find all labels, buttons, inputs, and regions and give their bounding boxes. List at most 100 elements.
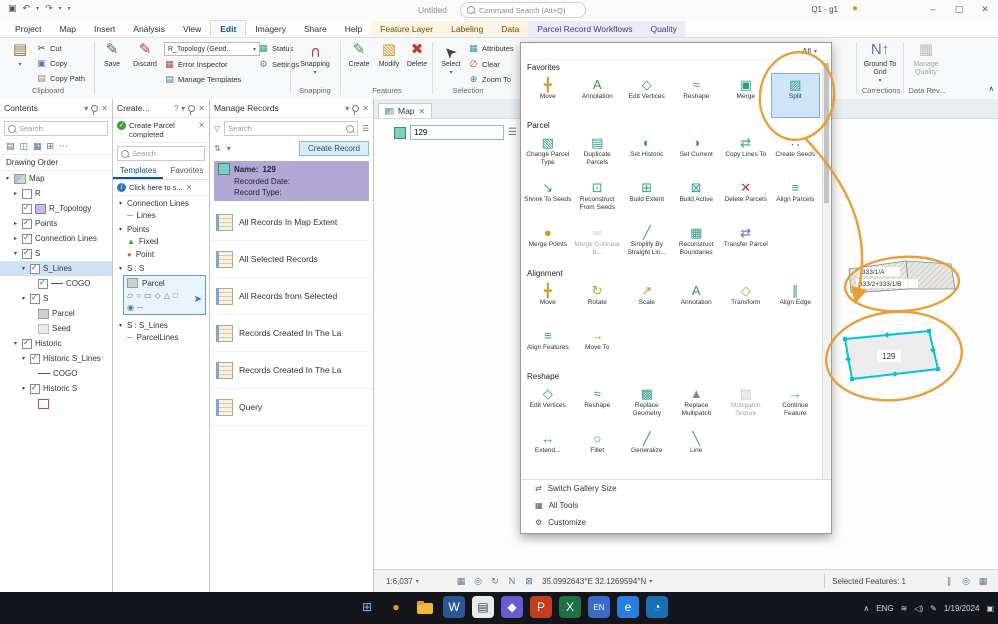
customize-qat-icon[interactable]: ▾ — [68, 5, 71, 12]
globe-view-icon[interactable]: ◎ — [959, 576, 973, 587]
excel-icon[interactable]: X — [559, 596, 581, 618]
template-group-points[interactable]: ▾ Points — [113, 222, 209, 235]
construction-tool-icon[interactable]: ○ — [136, 291, 141, 300]
notes-icon[interactable]: ▤ — [472, 596, 494, 618]
fillet-tool[interactable]: ○ Fillet — [573, 427, 623, 472]
tab-edit[interactable]: Edit — [210, 20, 247, 37]
align-edge-tool[interactable]: ∥ Align Edge — [771, 279, 821, 324]
record-all-records-from-selected[interactable]: All Records from Selected — [210, 278, 373, 315]
multipatch-texture-tool[interactable]: ▨ Multipatch Texture — [721, 382, 771, 427]
hamburger-menu-icon[interactable]: ☰ — [508, 127, 517, 138]
tab-templates[interactable]: Templates — [113, 164, 164, 179]
template-lines[interactable]: ─ Lines — [113, 209, 209, 222]
tab-quality[interactable]: Quality — [641, 21, 686, 37]
create-record-button[interactable]: Create Record — [298, 141, 369, 156]
tab-favorites[interactable]: Favorites — [163, 164, 210, 179]
rotate-tool[interactable]: ↻ Rotate — [573, 279, 623, 324]
tray-chevron-icon[interactable]: ∧ — [863, 604, 869, 613]
language-indicator[interactable]: ENG — [876, 604, 893, 613]
layer-parcel[interactable]: Parcel — [0, 306, 112, 321]
extend-tool[interactable]: ↔ Extend... — [523, 427, 573, 472]
collapse-icon[interactable]: ▾ — [117, 265, 124, 272]
collapse-icon[interactable]: ▾ — [20, 265, 27, 272]
replace-multipatch-tool[interactable]: ▲ Replace Multipatch — [672, 382, 722, 427]
tab-imagery[interactable]: Imagery — [246, 21, 295, 37]
refresh-icon[interactable]: ↻ — [488, 576, 502, 587]
list-view-icon[interactable]: ☰ — [362, 124, 369, 133]
close-icon[interactable]: ✕ — [101, 104, 108, 113]
layer-connection-lines[interactable]: ▸ Connection Lines — [0, 231, 112, 246]
close-icon[interactable]: ✕ — [186, 183, 193, 192]
pin-icon[interactable] — [91, 104, 99, 115]
help-icon[interactable]: ? — [174, 104, 178, 113]
paste-button[interactable]: ▤ ▾ — [5, 41, 35, 87]
construction-tool-icon[interactable]: ▱ — [127, 291, 133, 300]
record-all-records-in-map-extent[interactable]: All Records In Map Extent — [210, 204, 373, 241]
save-edits-button[interactable]: ✎ Save — [97, 41, 127, 87]
close-icon[interactable]: ✕ — [198, 121, 205, 130]
manage-quality-button[interactable]: ▦ Manage Quality — [906, 41, 946, 87]
collapse-icon[interactable]: ▾ — [12, 340, 19, 347]
edit-vertices-tool[interactable]: ◇ Edit Vertices — [523, 382, 573, 427]
save-project-icon[interactable]: ▣ — [8, 3, 17, 14]
layer-r-topology[interactable]: R_Topology — [0, 201, 112, 216]
notification-bell-icon[interactable]: ▣ — [986, 604, 994, 613]
chevron-down-icon[interactable]: ▾ — [84, 104, 88, 113]
tab-view[interactable]: View — [174, 21, 210, 37]
layer-checkbox[interactable] — [22, 188, 32, 199]
split-tool[interactable]: ▨ Split — [770, 73, 820, 118]
construction-tool-icon[interactable]: ◉ — [127, 303, 134, 312]
delete-button[interactable]: ✖ Delete — [402, 41, 432, 87]
transform-tool[interactable]: ◇ Transform — [721, 279, 771, 324]
list-by-drawing-order-icon[interactable]: ▤ — [6, 141, 15, 152]
contents-search[interactable]: Search — [4, 121, 108, 136]
layer-historic[interactable]: ▾ Historic — [0, 336, 112, 351]
chevron-down-icon[interactable]: ▾ — [345, 104, 349, 113]
gallery-scrollbar[interactable] — [822, 60, 830, 479]
layer-checkbox[interactable] — [38, 278, 48, 289]
topology-dropdown[interactable]: R_Topology (Geod.. ▾ — [164, 42, 260, 56]
template-point[interactable]: ● Point — [113, 248, 209, 261]
close-button[interactable]: ✕ — [972, 0, 998, 19]
construction-tool-icon[interactable]: ▭ — [144, 291, 152, 300]
collapse-ribbon-icon[interactable]: ∧ — [989, 82, 995, 95]
close-icon[interactable]: ✕ — [419, 107, 426, 116]
layer-s-lines[interactable]: ▾ S_Lines — [0, 261, 112, 276]
command-search[interactable]: Command Search (Alt+Q) — [460, 2, 586, 18]
create-seeds-tool[interactable]: ∴ Create Seeds — [771, 131, 821, 176]
collapse-icon[interactable]: ▾ — [117, 322, 124, 329]
construction-tool-icon[interactable]: ◇ — [155, 291, 161, 300]
maximize-button[interactable]: ▢ — [946, 0, 972, 19]
list-by-editing-icon[interactable]: ⊞ — [47, 141, 55, 152]
start-button[interactable]: ⊞ — [356, 596, 378, 618]
layer-historic-s[interactable]: ▾ Historic S — [0, 381, 112, 396]
signed-in-user[interactable]: Q1 - g1 — [811, 5, 838, 14]
copy-path-button[interactable]: ▤ Copy Path — [36, 72, 85, 85]
collapse-icon[interactable]: ▾ — [20, 355, 27, 362]
collapse-icon[interactable]: ▾ — [117, 200, 124, 207]
create-button[interactable]: ✎ Create — [344, 41, 374, 87]
records-search[interactable]: Search — [224, 121, 358, 136]
tab-feature-layer[interactable]: Feature Layer — [371, 21, 443, 37]
layer-checkbox[interactable] — [22, 218, 32, 229]
tab-project[interactable]: Project — [6, 21, 50, 37]
change-parcel-type-tool[interactable]: ▧ Change Parcel Type — [523, 131, 573, 176]
generalize-tool[interactable]: ╱ Generalize — [622, 427, 672, 472]
chevron-down-icon[interactable]: ▾ — [181, 104, 185, 113]
volume-icon[interactable]: ◁) — [914, 604, 923, 613]
cut-button[interactable]: ✂ Cut — [36, 42, 62, 55]
gallery-footer-switch-gallery-size[interactable]: ⇄ Switch Gallery Size — [521, 480, 831, 497]
record-name-input[interactable] — [410, 125, 504, 140]
firefox-icon[interactable]: ● — [385, 596, 407, 618]
set-current-tool[interactable]: ◑ Set Current — [672, 131, 722, 176]
filter-icon[interactable]: ▽ — [214, 124, 220, 133]
settings-button[interactable]: ⚙ Settings — [258, 58, 299, 71]
reconstruct-boundaries-tool[interactable]: ▦ Reconstruct Boundaries — [672, 221, 722, 266]
manage-templates-button[interactable]: ▤ Manage Templates — [164, 73, 241, 86]
layer-checkbox[interactable] — [22, 338, 32, 349]
tab-parcel-record-workflows[interactable]: Parcel Record Workflows — [528, 21, 642, 37]
close-icon[interactable]: ✕ — [362, 104, 369, 113]
layer-r[interactable]: ▸ R — [0, 186, 112, 201]
folder-icon[interactable] — [414, 596, 436, 618]
set-historic-tool[interactable]: ◐ Set Historic — [622, 131, 672, 176]
